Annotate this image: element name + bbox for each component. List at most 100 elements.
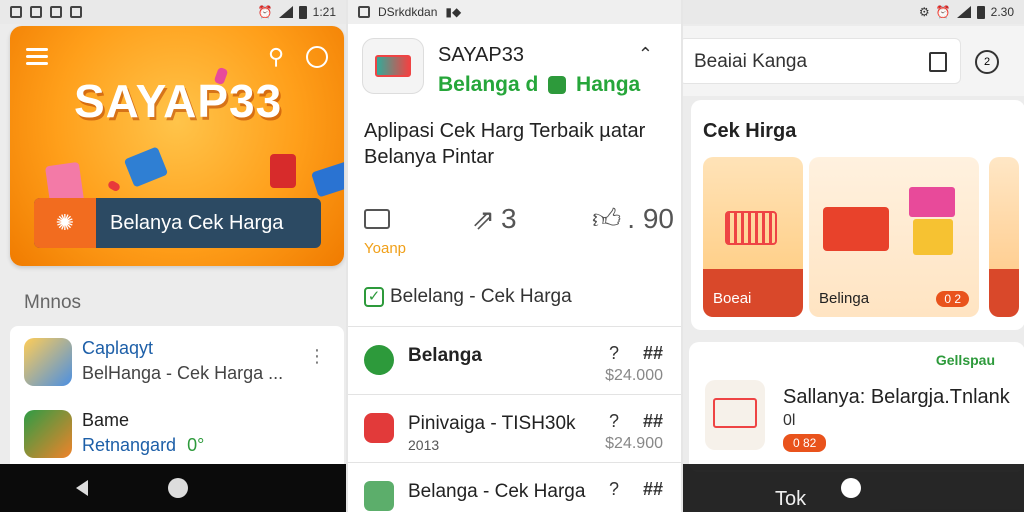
collapse-icon[interactable]: ⌃	[638, 44, 653, 65]
check-price-button[interactable]: ✺ Belanya Cek Harga	[34, 198, 321, 248]
status-right: ⚙ ⏰ 2.30	[919, 5, 1014, 19]
card-title: Cek Hirga	[703, 120, 797, 142]
promo-tag: Gellspau	[935, 352, 995, 368]
notification-icon	[50, 6, 62, 18]
search-input[interactable]: Beaiai Kanga	[683, 38, 961, 84]
help-icon[interactable]: ?	[609, 479, 619, 500]
app-subtitle: Belanga d Hanga	[438, 73, 640, 97]
price-row[interactable]: Belanga - Cek Harga ? ##	[348, 462, 681, 512]
price-row[interactable]: Belanga ? ## $24.000	[348, 326, 681, 394]
search-bar: Beaiai Kanga 2	[683, 26, 1024, 96]
app-header: SAYAP33 Belanga d Hanga	[362, 38, 640, 97]
home-icon[interactable]	[168, 478, 188, 498]
app-subtitle-part: Hanga	[576, 73, 641, 96]
settings-icon: ⚙	[918, 5, 930, 19]
notification-icon[interactable]: 2	[975, 50, 999, 74]
notification-icon: ▮◆	[445, 5, 462, 19]
stat-basket[interactable]	[364, 209, 396, 229]
clock-icon[interactable]	[306, 46, 328, 68]
price-tag-icon	[548, 76, 567, 95]
promo-number: 0l	[783, 412, 796, 429]
battery-icon	[298, 5, 307, 19]
search-icon[interactable]: ⚲	[268, 44, 284, 70]
barcode-icon[interactable]	[929, 52, 947, 72]
status-bar: ⏰ 1:21	[0, 0, 346, 24]
app-subtitle-part: Belanga d	[438, 73, 539, 96]
shop-icon	[364, 345, 394, 375]
help-icon[interactable]: ?	[609, 411, 619, 432]
list-item[interactable]: Caplaqyt BelHanga - Cek Harga ...	[24, 338, 283, 386]
notification-icon	[358, 6, 370, 18]
category-row[interactable]: ✓ Belelang - Cek Harga	[364, 286, 572, 308]
brand-title: SAYAP33	[74, 75, 283, 127]
status-right: ⏰ 1:21	[258, 5, 336, 19]
signal-icon	[278, 6, 293, 18]
screen-home: ⏰ 1:21 ⚲ SAYAP33 ✺ Belanya Cek Harga Mnn…	[0, 0, 346, 512]
thumb-up-icon: 👍︎	[592, 203, 622, 234]
help-icon[interactable]: ?	[609, 343, 619, 364]
shop-icon	[364, 481, 394, 511]
row-hash: ##	[642, 479, 663, 499]
row-title: Belanga - Cek Harga	[408, 481, 586, 502]
stats-row: ⇗ 3 👍︎ . 90	[364, 202, 674, 236]
notification-icon	[70, 6, 82, 18]
app-description: Aplipasi Cek Harg Terbaik µatar Belanya …	[364, 120, 646, 168]
tile-label: Belinga	[819, 290, 870, 307]
cart-icon	[375, 55, 411, 77]
list-item-title: Caplaqyt	[82, 338, 154, 358]
hero-banner[interactable]: ⚲ SAYAP33 ✺ Belanya Cek Harga	[10, 26, 344, 266]
list-item[interactable]: Bame Retnangard 0°	[24, 410, 204, 458]
category-tile[interactable]	[989, 157, 1019, 317]
row-price: $24.900	[605, 435, 663, 452]
app-icon	[24, 410, 72, 458]
app-logo	[362, 38, 424, 94]
app-root: ⏰ 1:21 ⚲ SAYAP33 ✺ Belanya Cek Harga Mnn…	[0, 0, 1024, 512]
stat-likes[interactable]: 👍︎ . 90	[592, 202, 674, 236]
screen-detail: DSrkdkdan ▮◆ SAYAP33 Belanga d Hanga ⌃ A…	[348, 0, 681, 512]
stat-share[interactable]: ⇗ 3	[471, 203, 516, 236]
gear-icon: ✺	[34, 198, 96, 248]
gift-icon	[909, 187, 955, 217]
category-tile[interactable]: Boeai	[703, 157, 803, 317]
status-left	[10, 6, 82, 18]
app-icon	[24, 338, 72, 386]
status-time: 2.30	[990, 5, 1014, 19]
home-icon[interactable]	[841, 478, 861, 498]
shop-icon	[364, 413, 394, 443]
promo-title: Sallanya: Belargja.Tnlank	[783, 386, 1010, 408]
status-bar: DSrkdkdan ▮◆	[348, 0, 681, 24]
screen-search: ⚙ ⏰ 2.30 Beaiai Kanga 2 Cek Hirga Boeai	[683, 0, 1024, 512]
alarm-icon: ⏰	[935, 5, 951, 19]
status-title: DSrkdkdan	[378, 5, 438, 19]
app-title: SAYAP33	[438, 44, 524, 66]
back-icon[interactable]	[76, 480, 88, 496]
section-title: Mnnos	[24, 292, 82, 313]
menu-icon[interactable]	[26, 48, 48, 69]
battery-icon	[976, 5, 985, 19]
stat-value: 3	[500, 203, 517, 234]
signal-icon	[956, 6, 971, 18]
list-item-subtitle-text: Retnangard	[82, 435, 177, 455]
app-list: Caplaqyt BelHanga - Cek Harga ... ⋮ Bame…	[10, 326, 344, 476]
cart-basket-shape	[713, 398, 757, 428]
tile-badge: 0 2	[936, 291, 969, 307]
more-options-icon[interactable]: ⋮	[308, 346, 326, 367]
row-subtitle: 2013	[408, 437, 440, 453]
notification-icon	[10, 6, 22, 18]
category-tile[interactable]: Belinga 0 2	[809, 157, 979, 317]
promo-card[interactable]: Gellspau Sallanya: Belargja.Tnlank 0l 0 …	[689, 342, 1024, 472]
price-row[interactable]: Pinivaiga - TISH30k 2013 ? ## $24.900	[348, 394, 681, 462]
basket-icon	[364, 209, 390, 229]
status-time: 1:21	[312, 5, 336, 19]
row-hash: ##	[642, 343, 663, 363]
notification-icon	[30, 6, 42, 18]
gift-icon	[123, 146, 169, 188]
confetti-icon	[106, 179, 122, 193]
check-price-label: Belanya Cek Harga	[110, 211, 284, 234]
gift-icon	[310, 160, 344, 198]
bottom-label: Tok	[775, 488, 807, 510]
promo-badge: 0 82	[783, 434, 827, 452]
gift-icon	[913, 219, 953, 255]
cart-icon	[725, 211, 777, 245]
list-item-subtitle: Retnangard 0°	[82, 435, 204, 456]
